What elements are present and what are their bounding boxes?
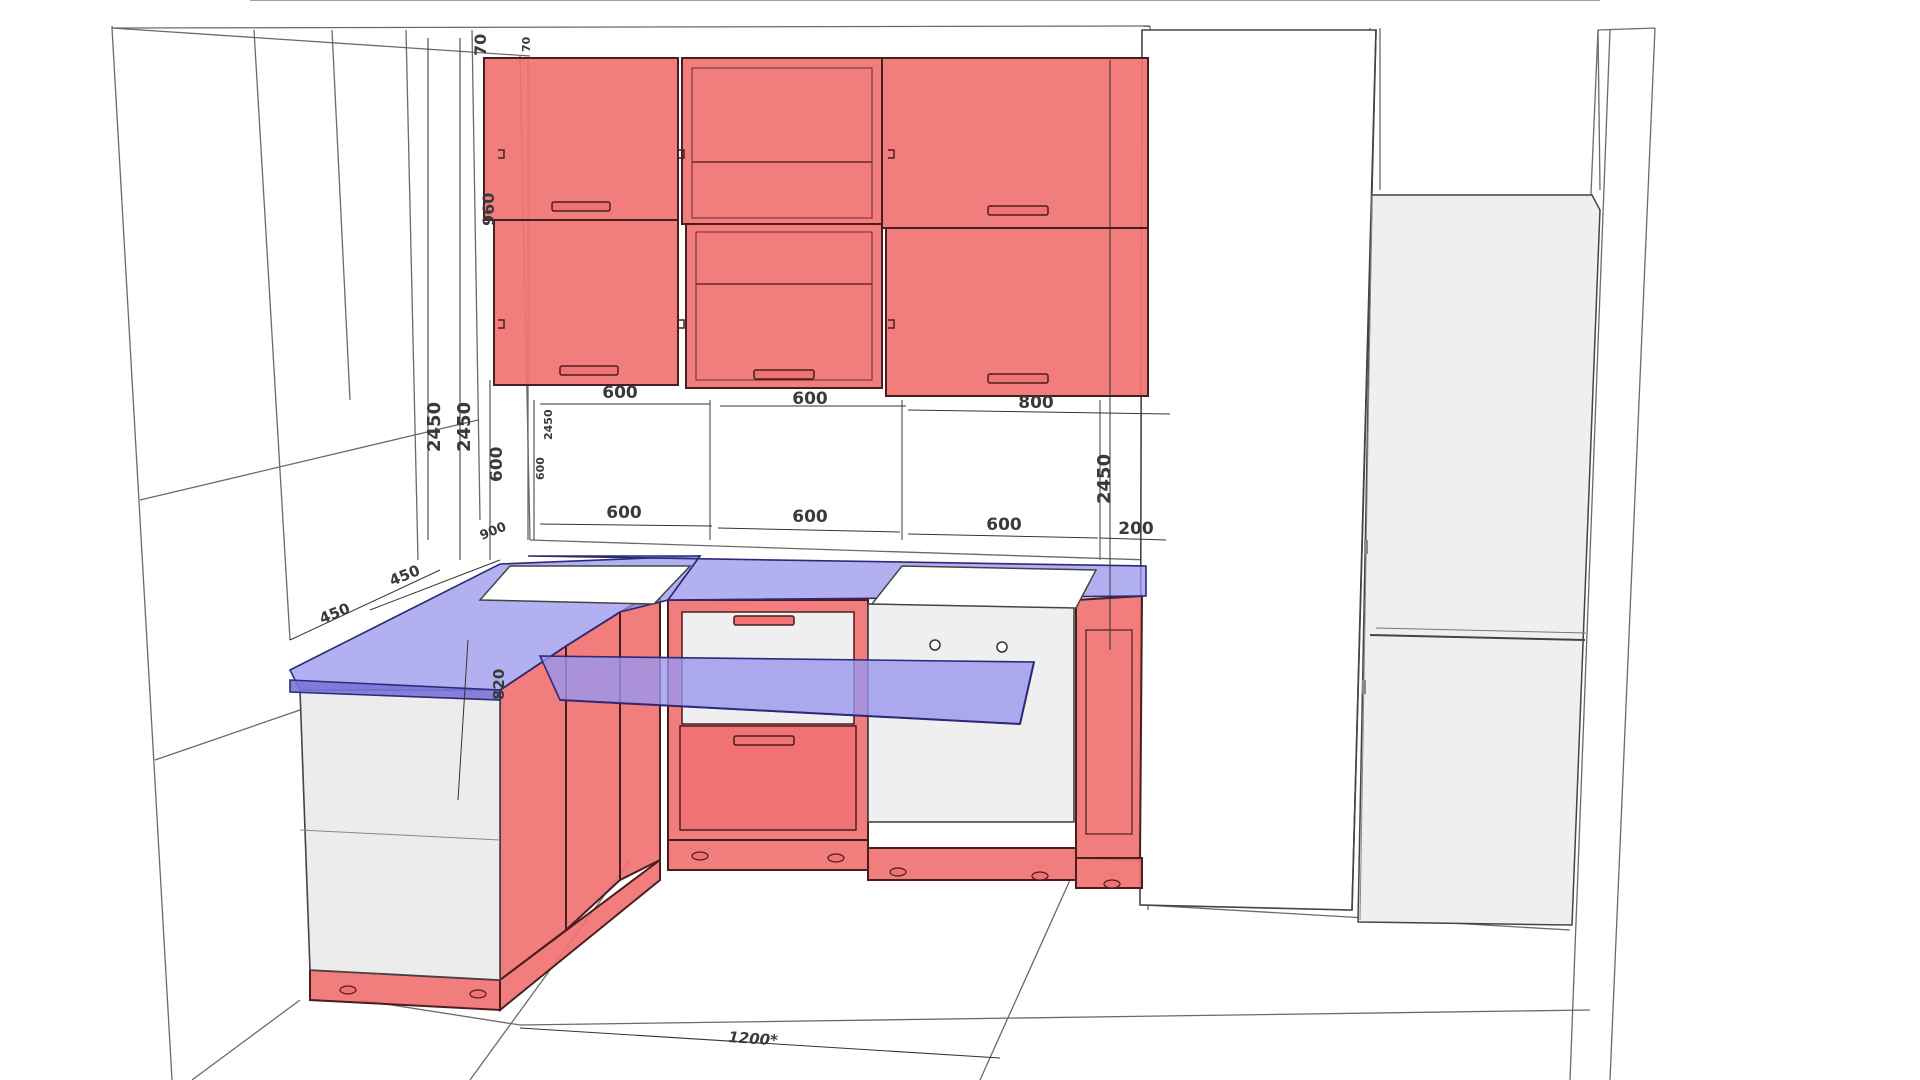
dim-left-depth-3: 900	[478, 520, 509, 544]
dim-wall-height-1: 2450	[424, 402, 445, 452]
upper-cabinet-1-bottom	[493, 219, 679, 386]
upper-cabinet-2-top	[681, 57, 883, 225]
cooktop	[870, 565, 1098, 609]
dim-left-depth-1: 450	[317, 599, 353, 627]
dim-floor-width: 1200*	[728, 1028, 779, 1049]
dim-wall-height-small: 2450	[542, 409, 555, 440]
dim-base-width-1: 600	[606, 503, 642, 523]
upper-cabinet-2-bottom	[685, 223, 883, 389]
base-left-cabinet-c	[619, 588, 661, 882]
base-left-cabinet-a	[499, 644, 567, 983]
tall-panel	[1139, 29, 1377, 911]
dim-upper-width-3: 800	[1018, 393, 1054, 413]
dim-left-depth-2: 450	[387, 561, 423, 589]
dim-base-width-3: 600	[986, 515, 1022, 535]
upper-cabinet-3-bottom	[885, 227, 1149, 397]
upper-cabinet-3-top	[881, 57, 1149, 229]
upper-cabinet-1-top	[483, 57, 679, 221]
base-drawer-cabinet	[667, 599, 869, 871]
dim-backsplash-height: 600	[487, 446, 507, 482]
dim-wall-height-2: 2450	[454, 402, 475, 452]
dim-upper-width-2: 600	[792, 389, 828, 409]
left-end-cabinet	[299, 689, 501, 981]
dim-upper-height: 960	[479, 193, 498, 226]
sink	[478, 565, 692, 605]
dim-upper-top-gap: 70	[471, 34, 490, 56]
dim-base-width-2: 600	[792, 507, 828, 527]
dim-wall-height-right: 2450	[1094, 454, 1115, 504]
dim-base-width-4: 200	[1118, 519, 1154, 539]
dim-counter-height: 820	[490, 669, 508, 700]
dim-backsplash-height-small: 600	[534, 457, 547, 480]
dim-upper-width-1: 600	[602, 383, 638, 403]
kitchen-diagram: 600 600 800 600 600 600 200 2450 2450 24…	[111, 0, 1656, 1080]
refrigerator	[1357, 194, 1601, 926]
dim-upper-top-gap-small: 70	[520, 36, 533, 52]
base-right-cabinet	[1075, 594, 1144, 889]
upper-cabinets	[483, 57, 1149, 397]
